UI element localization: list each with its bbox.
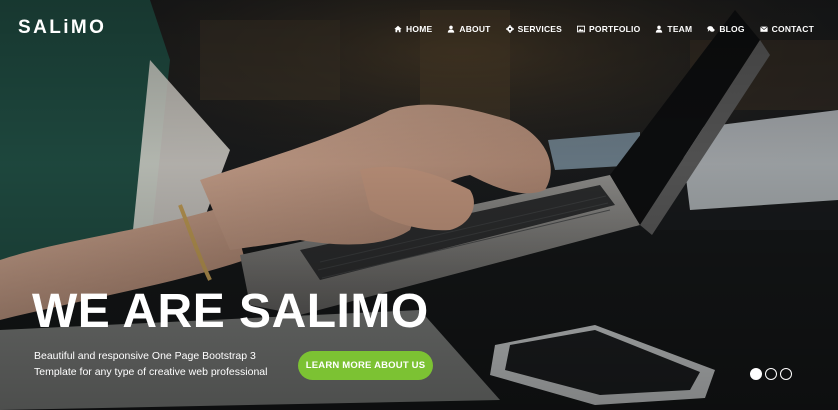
nav-item-label: ABOUT bbox=[459, 24, 491, 34]
nav-item-label: TEAM bbox=[667, 24, 693, 34]
slider-dot-3[interactable] bbox=[780, 368, 792, 380]
nav-item-services[interactable]: SERVICES bbox=[505, 24, 563, 34]
nav-item-contact[interactable]: CONTACT bbox=[759, 24, 814, 34]
main-nav: HOME ABOUT SERVICES PORTFOLIO TEAM BLOG … bbox=[379, 24, 814, 34]
nav-item-blog[interactable]: BLOG bbox=[707, 24, 744, 34]
nav-item-label: BLOG bbox=[719, 24, 745, 34]
comments-icon bbox=[707, 25, 715, 33]
slider-dot-2[interactable] bbox=[765, 368, 777, 380]
nav-item-label: PORTFOLIO bbox=[589, 24, 641, 34]
nav-item-team[interactable]: TEAM bbox=[655, 24, 692, 34]
image-icon bbox=[577, 25, 586, 33]
gear-icon bbox=[505, 25, 514, 33]
hero-subtext: Beautiful and responsive One Page Bootst… bbox=[34, 350, 268, 378]
slider-pagination bbox=[750, 368, 792, 380]
nav-item-label: SERVICES bbox=[517, 24, 563, 34]
home-icon bbox=[394, 25, 402, 33]
hero-headline: WE ARE SALIMO bbox=[32, 285, 429, 338]
nav-item-label: HOME bbox=[406, 24, 433, 34]
user-icon bbox=[447, 25, 455, 33]
navbar: SALiMO HOME ABOUT SERVICES PORTFOLIO TEA… bbox=[0, 0, 838, 58]
learn-more-button[interactable]: LEARN MORE ABOUT US bbox=[298, 351, 433, 380]
slider-dot-1[interactable] bbox=[750, 368, 762, 380]
nav-item-about[interactable]: ABOUT bbox=[447, 24, 490, 34]
user-icon bbox=[655, 25, 663, 33]
nav-item-home[interactable]: HOME bbox=[394, 24, 432, 34]
brand-logo[interactable]: SALiMO bbox=[18, 17, 106, 39]
nav-item-label: CONTACT bbox=[771, 24, 814, 34]
nav-item-portfolio[interactable]: PORTFOLIO bbox=[577, 24, 640, 34]
envelope-icon bbox=[759, 25, 768, 33]
